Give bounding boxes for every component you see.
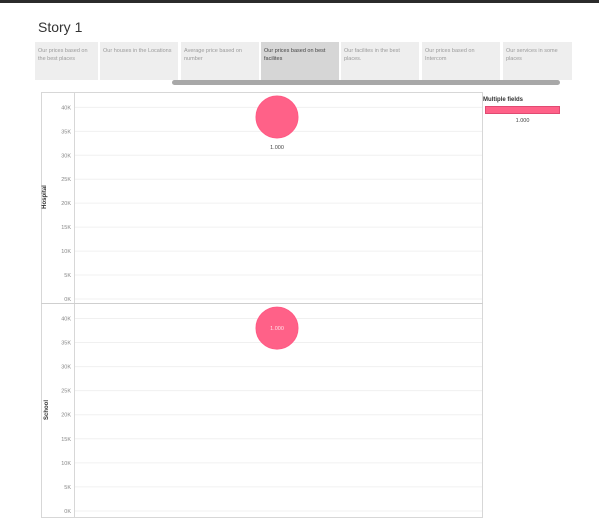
y-tick-label: 30K <box>61 365 71 371</box>
y-tick-label: 35K <box>61 341 71 347</box>
y-tick-label: 35K <box>61 129 71 135</box>
y-tick-label: 40K <box>61 316 71 322</box>
scatter-chart: 0K 5K 10K 15K 20K 25K 30K 35K 40K 1.000 0K 5K 10K 15K… <box>61 95 482 515</box>
y-tick-label: 5K <box>64 485 71 491</box>
legend-value: 1.000 <box>515 118 530 124</box>
y-tick-label: 0K <box>64 509 71 515</box>
y-tick-label: 20K <box>61 413 71 419</box>
y-tick-label: 25K <box>61 177 71 183</box>
data-label: 1.000 <box>270 145 284 151</box>
y-tick-label: 15K <box>61 437 71 443</box>
y-tick-label: 30K <box>61 153 71 159</box>
y-tick-label: 25K <box>61 389 71 395</box>
y-tick-label: 10K <box>61 249 71 255</box>
y-tick-label: 15K <box>61 225 71 231</box>
data-label: 1.000 <box>270 326 284 332</box>
legend-color-bar[interactable] <box>485 106 560 114</box>
y-tick-label: 5K <box>64 273 71 279</box>
legend-title: Multiple fields <box>483 97 524 103</box>
data-point[interactable] <box>255 95 299 139</box>
y-tick-label: 10K <box>61 461 71 467</box>
y-tick-label: 0K <box>64 297 71 303</box>
y-tick-label: 20K <box>61 201 71 207</box>
y-tick-label: 40K <box>61 105 71 111</box>
